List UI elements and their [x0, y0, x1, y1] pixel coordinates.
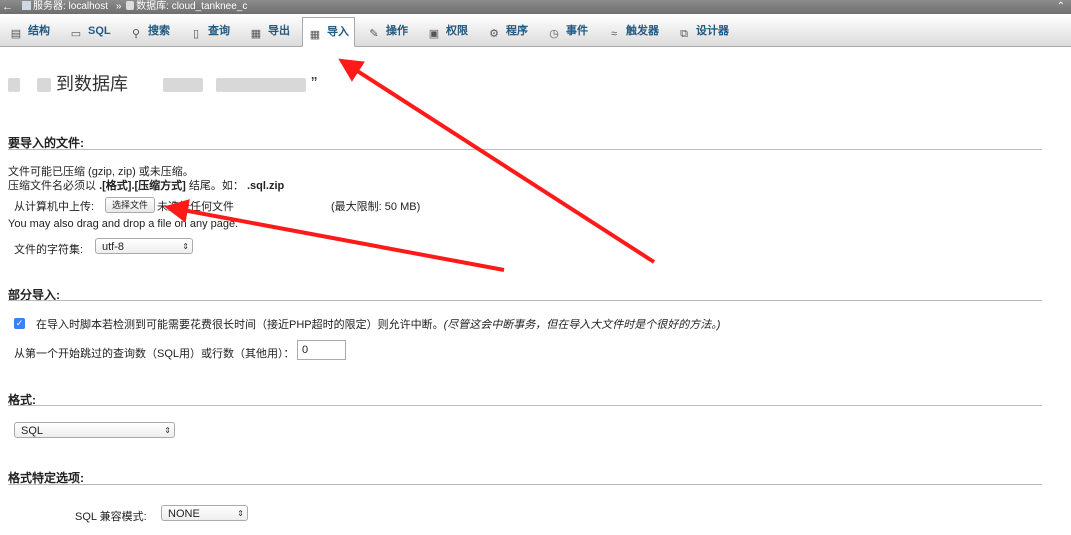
- breadcrumb-bar: ← 服务器: localhost » 数据库: cloud_tanknee_c …: [0, 0, 1071, 14]
- divider: [8, 149, 1042, 150]
- compat-mode-label: SQL 兼容模式:: [75, 511, 147, 523]
- divider: [8, 300, 1042, 301]
- tab-search[interactable]: ⚲ 搜索: [124, 18, 175, 44]
- redacted-text: [216, 78, 307, 93]
- wrench-icon: ✎: [369, 28, 379, 40]
- breadcrumb: 服务器: localhost » 数据库: cloud_tanknee_c: [22, 0, 249, 14]
- tab-structure[interactable]: ▤ 结构: [4, 18, 55, 44]
- tab-bar: ▤ 结构 ▭ SQL ⚲ 搜索 ▯ 查询 ▦ 导出 ▦ 导入 ✎ 操作 ▣ 权限 ⚙ 程序 ◷ 事件…: [0, 14, 1071, 47]
- database-icon: [126, 1, 135, 10]
- breadcrumb-database[interactable]: 数据库: cloud_tanknee_c: [136, 1, 247, 12]
- breadcrumb-server[interactable]: 服务器: localhost: [33, 1, 108, 12]
- export-icon: ▦: [250, 28, 262, 40]
- tab-designer[interactable]: ⧉ 设计器: [672, 18, 734, 44]
- divider: [8, 405, 1042, 406]
- redacted-text: [163, 78, 204, 93]
- search-icon: ⚲: [131, 28, 141, 40]
- tab-events[interactable]: ◷ 事件: [542, 18, 593, 44]
- tab-privileges[interactable]: ▣ 权限: [422, 18, 473, 44]
- server-icon: [22, 1, 31, 10]
- clock-icon: ◷: [549, 28, 559, 40]
- triggers-icon: ≈: [610, 28, 618, 40]
- tab-import[interactable]: ▦ 导入: [302, 17, 355, 47]
- tab-query[interactable]: ▯ 查询: [184, 18, 235, 44]
- divider: [8, 484, 1042, 485]
- no-file-text: 未选择任何文件: [157, 201, 234, 213]
- checkmark-icon: ✓: [15, 318, 24, 328]
- allow-interrupt-label: 在导入时脚本若检测到可能需要花费很长时间（接近PHP超时的限定）则允许中断。(尽…: [36, 319, 721, 331]
- routines-icon: ⚙: [489, 28, 499, 40]
- tab-triggers[interactable]: ≈ 触发器: [602, 18, 664, 44]
- breadcrumb-separator: »: [115, 1, 122, 12]
- tab-operations[interactable]: ✎ 操作: [362, 18, 413, 44]
- back-arrow-icon[interactable]: ←: [2, 0, 13, 14]
- privileges-icon: ▣: [428, 28, 440, 40]
- tab-routines[interactable]: ⚙ 程序: [482, 18, 533, 44]
- skip-queries-input[interactable]: 0: [297, 340, 346, 360]
- designer-icon: ⧉: [680, 28, 688, 40]
- max-size-text: (最大限制: 50 MB): [331, 201, 421, 213]
- collapse-icon[interactable]: ⌃: [1057, 0, 1065, 14]
- filename-rule: 压缩文件名必须以 .[格式].[压缩方式] 结尾。如： .sql.zip: [8, 180, 285, 192]
- charset-select[interactable]: utf-8 ⇕: [95, 238, 193, 254]
- tab-sql[interactable]: ▭ SQL: [64, 18, 116, 44]
- charset-label: 文件的字符集:: [14, 244, 84, 256]
- redacted-text: [8, 78, 20, 93]
- query-icon: ▯: [192, 28, 200, 40]
- compat-mode-select[interactable]: NONE ⇕: [161, 505, 248, 521]
- choose-file-button[interactable]: 选择文件: [105, 197, 155, 213]
- page-title: 到数据库 ”: [8, 70, 317, 96]
- select-arrows-icon: ⇕: [182, 242, 189, 251]
- select-arrows-icon: ⇕: [164, 426, 171, 435]
- sql-icon: ▭: [70, 28, 82, 40]
- drag-drop-text: You may also drag and drop a file on any…: [8, 218, 239, 230]
- import-icon: ▦: [309, 29, 321, 41]
- upload-label: 从计算机中上传:: [14, 201, 95, 213]
- structure-icon: ▤: [10, 28, 22, 40]
- tab-export[interactable]: ▦ 导出: [244, 18, 295, 44]
- skip-label: 从第一个开始跳过的查询数（SQL用）或行数（其他用）：: [14, 348, 295, 360]
- redacted-text: [37, 78, 52, 93]
- arrow-to-import-tab: [338, 58, 656, 264]
- allow-interrupt-checkbox[interactable]: ✓: [14, 318, 25, 329]
- select-arrows-icon: ⇕: [237, 509, 244, 518]
- format-select[interactable]: SQL ⇕: [14, 422, 175, 438]
